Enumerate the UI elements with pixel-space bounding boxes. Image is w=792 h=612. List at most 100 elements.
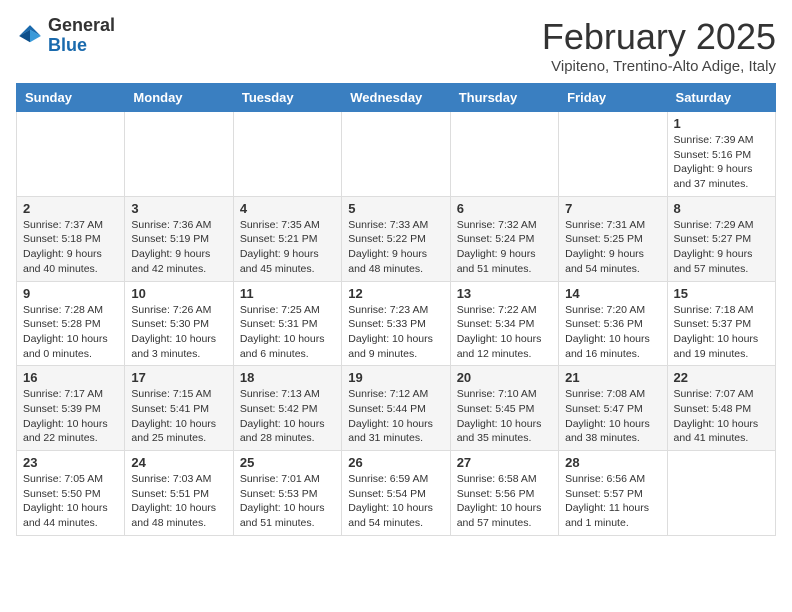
logo-text: General Blue — [48, 16, 115, 56]
logo-icon — [16, 22, 44, 50]
day-number: 10 — [131, 286, 226, 301]
day-number: 19 — [348, 370, 443, 385]
day-info: Sunrise: 7:12 AM Sunset: 5:44 PM Dayligh… — [348, 387, 443, 446]
day-header-saturday: Saturday — [667, 84, 775, 112]
calendar-cell: 21 Sunrise: 7:08 AM Sunset: 5:47 PM Dayli… — [559, 366, 667, 451]
day-number: 13 — [457, 286, 552, 301]
calendar-cell: 15 Sunrise: 7:18 AM Sunset: 5:37 PM Dayli… — [667, 281, 775, 366]
day-info: Sunrise: 7:10 AM Sunset: 5:45 PM Dayligh… — [457, 387, 552, 446]
calendar-cell: 18 Sunrise: 7:13 AM Sunset: 5:42 PM Dayli… — [233, 366, 341, 451]
calendar-cell: 28 Sunrise: 6:56 AM Sunset: 5:57 PM Dayli… — [559, 451, 667, 536]
day-number: 6 — [457, 201, 552, 216]
calendar-cell: 10 Sunrise: 7:26 AM Sunset: 5:30 PM Dayli… — [125, 281, 233, 366]
calendar-cell: 22 Sunrise: 7:07 AM Sunset: 5:48 PM Dayli… — [667, 366, 775, 451]
day-number: 9 — [23, 286, 118, 301]
day-number: 3 — [131, 201, 226, 216]
calendar-cell: 23 Sunrise: 7:05 AM Sunset: 5:50 PM Dayli… — [17, 451, 125, 536]
day-number: 26 — [348, 455, 443, 470]
day-info: Sunrise: 7:22 AM Sunset: 5:34 PM Dayligh… — [457, 303, 552, 362]
day-number: 17 — [131, 370, 226, 385]
day-info: Sunrise: 7:15 AM Sunset: 5:41 PM Dayligh… — [131, 387, 226, 446]
logo: General Blue — [16, 16, 115, 56]
calendar-cell — [559, 112, 667, 197]
day-info: Sunrise: 7:35 AM Sunset: 5:21 PM Dayligh… — [240, 218, 335, 277]
day-number: 7 — [565, 201, 660, 216]
day-number: 21 — [565, 370, 660, 385]
day-info: Sunrise: 7:08 AM Sunset: 5:47 PM Dayligh… — [565, 387, 660, 446]
day-header-tuesday: Tuesday — [233, 84, 341, 112]
calendar-cell: 17 Sunrise: 7:15 AM Sunset: 5:41 PM Dayli… — [125, 366, 233, 451]
day-number: 14 — [565, 286, 660, 301]
day-info: Sunrise: 7:20 AM Sunset: 5:36 PM Dayligh… — [565, 303, 660, 362]
page-header: General Blue February 2025 Vipiteno, Tre… — [16, 16, 776, 75]
day-info: Sunrise: 7:05 AM Sunset: 5:50 PM Dayligh… — [23, 472, 118, 531]
calendar-week-row: 23 Sunrise: 7:05 AM Sunset: 5:50 PM Dayli… — [17, 451, 776, 536]
day-number: 27 — [457, 455, 552, 470]
calendar-cell: 4 Sunrise: 7:35 AM Sunset: 5:21 PM Daylig… — [233, 196, 341, 281]
day-info: Sunrise: 7:03 AM Sunset: 5:51 PM Dayligh… — [131, 472, 226, 531]
day-info: Sunrise: 7:28 AM Sunset: 5:28 PM Dayligh… — [23, 303, 118, 362]
day-header-wednesday: Wednesday — [342, 84, 450, 112]
logo-general: General — [48, 15, 115, 35]
calendar-cell — [667, 451, 775, 536]
day-number: 1 — [674, 116, 769, 131]
day-header-thursday: Thursday — [450, 84, 558, 112]
day-number: 15 — [674, 286, 769, 301]
title-block: February 2025 Vipiteno, Trentino-Alto Ad… — [542, 16, 776, 75]
day-header-friday: Friday — [559, 84, 667, 112]
day-info: Sunrise: 6:56 AM Sunset: 5:57 PM Dayligh… — [565, 472, 660, 531]
day-number: 22 — [674, 370, 769, 385]
calendar-cell: 9 Sunrise: 7:28 AM Sunset: 5:28 PM Daylig… — [17, 281, 125, 366]
day-info: Sunrise: 7:07 AM Sunset: 5:48 PM Dayligh… — [674, 387, 769, 446]
day-number: 28 — [565, 455, 660, 470]
day-info: Sunrise: 7:29 AM Sunset: 5:27 PM Dayligh… — [674, 218, 769, 277]
calendar-cell — [17, 112, 125, 197]
month-title: February 2025 — [542, 16, 776, 58]
day-number: 5 — [348, 201, 443, 216]
calendar-cell — [233, 112, 341, 197]
calendar-cell: 2 Sunrise: 7:37 AM Sunset: 5:18 PM Daylig… — [17, 196, 125, 281]
day-info: Sunrise: 7:13 AM Sunset: 5:42 PM Dayligh… — [240, 387, 335, 446]
calendar-cell: 16Sunrise: 7:17 AM Sunset: 5:39 PM Dayli… — [17, 366, 125, 451]
calendar-week-row: 9 Sunrise: 7:28 AM Sunset: 5:28 PM Daylig… — [17, 281, 776, 366]
calendar-cell: 27Sunrise: 6:58 AM Sunset: 5:56 PM Dayli… — [450, 451, 558, 536]
calendar-cell: 20Sunrise: 7:10 AM Sunset: 5:45 PM Dayli… — [450, 366, 558, 451]
calendar-week-row: 2 Sunrise: 7:37 AM Sunset: 5:18 PM Daylig… — [17, 196, 776, 281]
logo-blue: Blue — [48, 35, 87, 55]
day-number: 4 — [240, 201, 335, 216]
day-number: 12 — [348, 286, 443, 301]
day-info: Sunrise: 7:26 AM Sunset: 5:30 PM Dayligh… — [131, 303, 226, 362]
day-header-sunday: Sunday — [17, 84, 125, 112]
calendar-cell: 24 Sunrise: 7:03 AM Sunset: 5:51 PM Dayli… — [125, 451, 233, 536]
calendar-cell: 8Sunrise: 7:29 AM Sunset: 5:27 PM Daylig… — [667, 196, 775, 281]
calendar-cell: 25Sunrise: 7:01 AM Sunset: 5:53 PM Dayli… — [233, 451, 341, 536]
day-number: 2 — [23, 201, 118, 216]
day-number: 24 — [131, 455, 226, 470]
day-info: Sunrise: 7:37 AM Sunset: 5:18 PM Dayligh… — [23, 218, 118, 277]
day-info: Sunrise: 7:01 AM Sunset: 5:53 PM Dayligh… — [240, 472, 335, 531]
day-info: Sunrise: 7:32 AM Sunset: 5:24 PM Dayligh… — [457, 218, 552, 277]
calendar-header-row: SundayMondayTuesdayWednesdayThursdayFrid… — [17, 84, 776, 112]
calendar-cell — [342, 112, 450, 197]
calendar-cell — [125, 112, 233, 197]
calendar-cell: 7Sunrise: 7:31 AM Sunset: 5:25 PM Daylig… — [559, 196, 667, 281]
day-info: Sunrise: 7:39 AM Sunset: 5:16 PM Dayligh… — [674, 133, 769, 192]
calendar-cell: 26 Sunrise: 6:59 AM Sunset: 5:54 PM Dayli… — [342, 451, 450, 536]
day-info: Sunrise: 6:59 AM Sunset: 5:54 PM Dayligh… — [348, 472, 443, 531]
calendar-cell: 3 Sunrise: 7:36 AM Sunset: 5:19 PM Daylig… — [125, 196, 233, 281]
calendar-cell: 19 Sunrise: 7:12 AM Sunset: 5:44 PM Dayli… — [342, 366, 450, 451]
day-number: 18 — [240, 370, 335, 385]
day-info: Sunrise: 7:25 AM Sunset: 5:31 PM Dayligh… — [240, 303, 335, 362]
calendar-cell: 14 Sunrise: 7:20 AM Sunset: 5:36 PM Dayli… — [559, 281, 667, 366]
calendar-week-row: 16Sunrise: 7:17 AM Sunset: 5:39 PM Dayli… — [17, 366, 776, 451]
day-number: 23 — [23, 455, 118, 470]
calendar-cell: 13 Sunrise: 7:22 AM Sunset: 5:34 PM Dayli… — [450, 281, 558, 366]
day-number: 11 — [240, 286, 335, 301]
day-info: Sunrise: 7:18 AM Sunset: 5:37 PM Dayligh… — [674, 303, 769, 362]
day-info: Sunrise: 7:36 AM Sunset: 5:19 PM Dayligh… — [131, 218, 226, 277]
calendar-cell: 5Sunrise: 7:33 AM Sunset: 5:22 PM Daylig… — [342, 196, 450, 281]
day-info: Sunrise: 7:17 AM Sunset: 5:39 PM Dayligh… — [23, 387, 118, 446]
day-info: Sunrise: 7:23 AM Sunset: 5:33 PM Dayligh… — [348, 303, 443, 362]
calendar-cell: 11 Sunrise: 7:25 AM Sunset: 5:31 PM Dayli… — [233, 281, 341, 366]
calendar-cell — [450, 112, 558, 197]
